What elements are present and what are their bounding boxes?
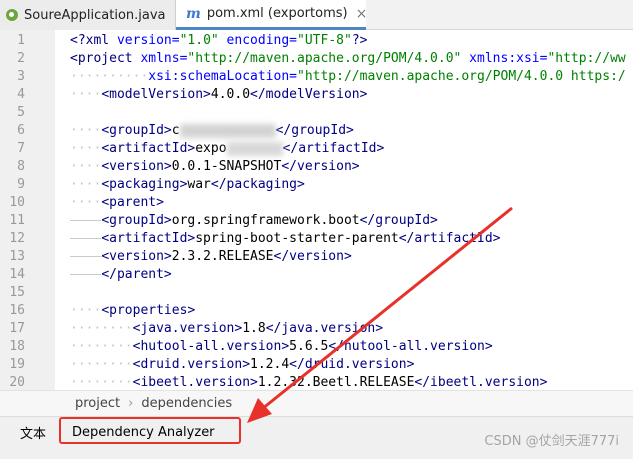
tab-label: 文本 (20, 426, 47, 442)
line-number: 2 (17, 51, 25, 66)
line-number: 8 (17, 159, 25, 174)
code-line-17: ········<java.version>1.8</java.version> (70, 321, 384, 336)
code-line-12: ————<artifactId>spring-boot-starter-pare… (70, 231, 501, 246)
line-number: 4 (17, 87, 25, 102)
line-number: 18 (9, 339, 25, 354)
redacted-value (226, 141, 283, 156)
code-line-18: ········<hutool-all.version>5.6.5</hutoo… (70, 339, 493, 354)
code-line-7: ····<artifactId>expo </artifactId> (70, 141, 385, 156)
line-number: 16 (9, 303, 25, 318)
code-line-14: ————</parent> (70, 267, 172, 282)
line-number: 17 (9, 321, 25, 336)
line-number: 9 (17, 177, 25, 192)
line-number: 14 (9, 267, 25, 282)
code-line-19: ········<druid.version>1.2.4</druid.vers… (70, 357, 415, 372)
tab-text[interactable]: 文本 (20, 417, 46, 447)
line-number: 13 (9, 249, 25, 264)
tab-soure-application-java[interactable]: SoureApplication.java (0, 0, 176, 30)
code-line-3: ··········xsi:schemaLocation="http://mav… (70, 69, 626, 84)
code-line-9: ····<packaging>war</packaging> (70, 177, 305, 192)
line-number: 11 (9, 213, 25, 228)
close-icon[interactable]: × (356, 6, 368, 22)
line-number: 15 (9, 285, 25, 300)
chevron-right-icon: › (128, 396, 134, 411)
maven-m-icon: m (186, 5, 201, 22)
line-number-gutter: 1 2 3 4 5 6 7 8 9 10 11 12 13 14 15 16 17 18 19 20 (0, 30, 55, 390)
line-number: 1 (17, 33, 25, 48)
breadcrumb-item-project[interactable]: project (75, 396, 120, 411)
line-number: 12 (9, 231, 25, 246)
code-line-16: ····<properties> (70, 303, 196, 318)
watermark: CSDN @仗剑天涯777i (484, 434, 619, 449)
line-number: 10 (9, 195, 25, 210)
breadcrumb-item-dependencies[interactable]: dependencies (141, 396, 232, 411)
code-line-13: ————<version>2.3.2.RELEASE</version> (70, 249, 352, 264)
line-number: 7 (17, 141, 25, 156)
code-line-2: <project xmlns="http://maven.apache.org/… (70, 51, 626, 66)
line-number: 6 (17, 123, 25, 138)
code-line-1: <?xml version="1.0" encoding="UTF-8"?> (70, 33, 368, 48)
line-number: 5 (17, 105, 25, 120)
code-line-4: ····<modelVersion>4.0.0</modelVersion> (70, 87, 368, 102)
editor-tab-bar: SoureApplication.java m pom.xml (exporto… (0, 0, 633, 30)
line-number: 19 (9, 357, 25, 372)
tab-label: SoureApplication.java (24, 7, 166, 23)
code-line-10: ····<parent> (70, 195, 164, 210)
breadcrumb: project › dependencies (0, 390, 633, 416)
code-line-11: ————<groupId>org.springframework.boot</g… (70, 213, 438, 228)
tab-label: pom.xml (exportoms) (206, 6, 348, 21)
code-line-8: ····<version>0.0.1-SNAPSHOT</version> (70, 159, 360, 174)
tab-pom-xml[interactable]: m pom.xml (exportoms) × (176, 0, 368, 30)
code-line-20: ········<ibeetl.version>1.2.32.Beetl.REL… (70, 375, 548, 390)
spring-class-icon (6, 9, 18, 21)
redacted-value (179, 123, 276, 138)
code-editor[interactable]: <?xml version="1.0" encoding="UTF-8"?> <… (55, 30, 633, 390)
annotation-highlight-box (59, 417, 241, 444)
code-line-6: ····<groupId>c </groupId> (70, 123, 354, 138)
line-number: 3 (17, 69, 25, 84)
